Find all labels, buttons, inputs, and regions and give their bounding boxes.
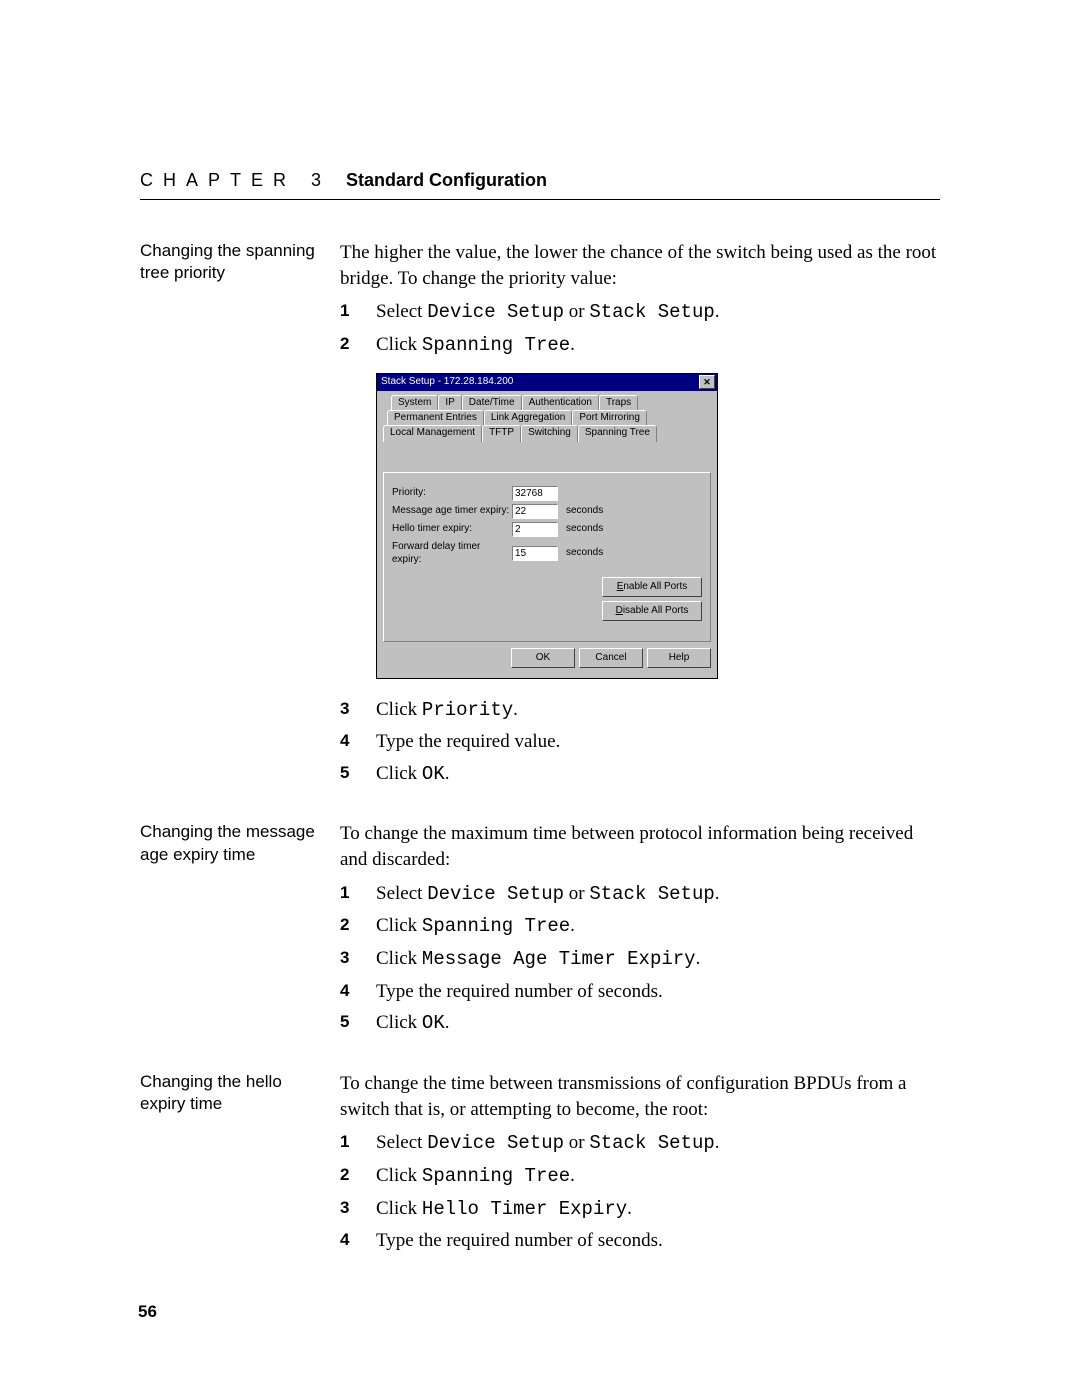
dialog-title: Stack Setup - 172.28.184.200 xyxy=(379,375,513,389)
tab-spanning-tree[interactable]: Spanning Tree xyxy=(578,425,657,442)
step: Type the required value. xyxy=(340,729,940,755)
intro-text: To change the time between transmissions… xyxy=(340,1071,940,1122)
section-body: To change the maximum time between proto… xyxy=(340,821,940,1042)
enable-all-ports-button[interactable]: Enable All Ports xyxy=(602,577,702,597)
fwd-delay-suffix: seconds xyxy=(566,546,603,560)
tab-panel: Priority: 32768 Message age timer expiry… xyxy=(383,472,711,642)
step: Click Hello Timer Expiry. xyxy=(340,1196,940,1223)
chapter-label: CHAPTER 3 xyxy=(140,170,331,190)
hello-suffix: seconds xyxy=(566,522,603,536)
hello-input[interactable]: 2 xyxy=(512,522,558,537)
section-body: The higher the value, the lower the chan… xyxy=(340,240,940,793)
step: Click Spanning Tree. xyxy=(340,332,940,359)
tab-local-management[interactable]: Local Management xyxy=(383,425,482,442)
msg-age-suffix: seconds xyxy=(566,504,603,518)
ok-button[interactable]: OK xyxy=(511,648,575,668)
step: Click OK. xyxy=(340,761,940,788)
step: Select Device Setup or Stack Setup. xyxy=(340,299,940,326)
page-header: CHAPTER 3 Standard Configuration xyxy=(140,170,940,191)
msg-age-input[interactable]: 22 xyxy=(512,504,558,519)
section-spanning-priority: Changing the spanning tree priority The … xyxy=(140,240,940,793)
side-heading: Changing the spanning tree priority xyxy=(140,240,340,284)
steps-list-cont: Click Priority. Type the required value.… xyxy=(340,697,940,788)
help-button[interactable]: Help xyxy=(647,648,711,668)
stack-setup-dialog: Stack Setup - 172.28.184.200 ✕ System IP… xyxy=(376,373,718,679)
step: Type the required number of seconds. xyxy=(340,979,940,1005)
step: Click OK. xyxy=(340,1010,940,1037)
step: Click Message Age Timer Expiry. xyxy=(340,946,940,973)
dialog-titlebar: Stack Setup - 172.28.184.200 ✕ xyxy=(377,374,717,391)
step: Click Spanning Tree. xyxy=(340,913,940,940)
section-body: To change the time between transmissions… xyxy=(340,1071,940,1260)
steps-list: Select Device Setup or Stack Setup. Clic… xyxy=(340,1130,940,1254)
tab-switching[interactable]: Switching xyxy=(521,425,578,442)
step: Select Device Setup or Stack Setup. xyxy=(340,1130,940,1157)
step: Type the required number of seconds. xyxy=(340,1228,940,1254)
steps-list: Select Device Setup or Stack Setup. Clic… xyxy=(340,299,940,358)
priority-label: Priority: xyxy=(392,486,512,500)
tab-tftp[interactable]: TFTP xyxy=(482,425,521,442)
hello-label: Hello timer expiry: xyxy=(392,522,512,536)
cancel-button[interactable]: Cancel xyxy=(579,648,643,668)
page-number: 56 xyxy=(138,1302,157,1322)
chapter-title: Standard Configuration xyxy=(346,170,547,190)
side-heading: Changing the hello expiry time xyxy=(140,1071,340,1115)
disable-all-ports-button[interactable]: Disable All Ports xyxy=(602,601,702,621)
intro-text: To change the maximum time between proto… xyxy=(340,821,940,872)
fwd-delay-label: Forward delay timer expiry: xyxy=(392,540,512,567)
msg-age-label: Message age timer expiry: xyxy=(392,504,512,518)
side-heading: Changing the message age expiry time xyxy=(140,821,340,865)
close-icon[interactable]: ✕ xyxy=(699,375,715,389)
fwd-delay-input[interactable]: 15 xyxy=(512,546,558,561)
step: Click Priority. xyxy=(340,697,940,724)
priority-input[interactable]: 32768 xyxy=(512,486,558,501)
tabs-area: System IP Date/Time Authentication Traps… xyxy=(383,395,711,427)
steps-list: Select Device Setup or Stack Setup. Clic… xyxy=(340,881,940,1037)
step: Select Device Setup or Stack Setup. xyxy=(340,881,940,908)
section-message-age-expiry: Changing the message age expiry time To … xyxy=(140,821,940,1042)
intro-text: The higher the value, the lower the chan… xyxy=(340,240,940,291)
section-hello-expiry: Changing the hello expiry time To change… xyxy=(140,1071,940,1260)
dialog-screenshot: Stack Setup - 172.28.184.200 ✕ System IP… xyxy=(376,373,940,679)
header-rule xyxy=(140,199,940,200)
step: Click Spanning Tree. xyxy=(340,1163,940,1190)
